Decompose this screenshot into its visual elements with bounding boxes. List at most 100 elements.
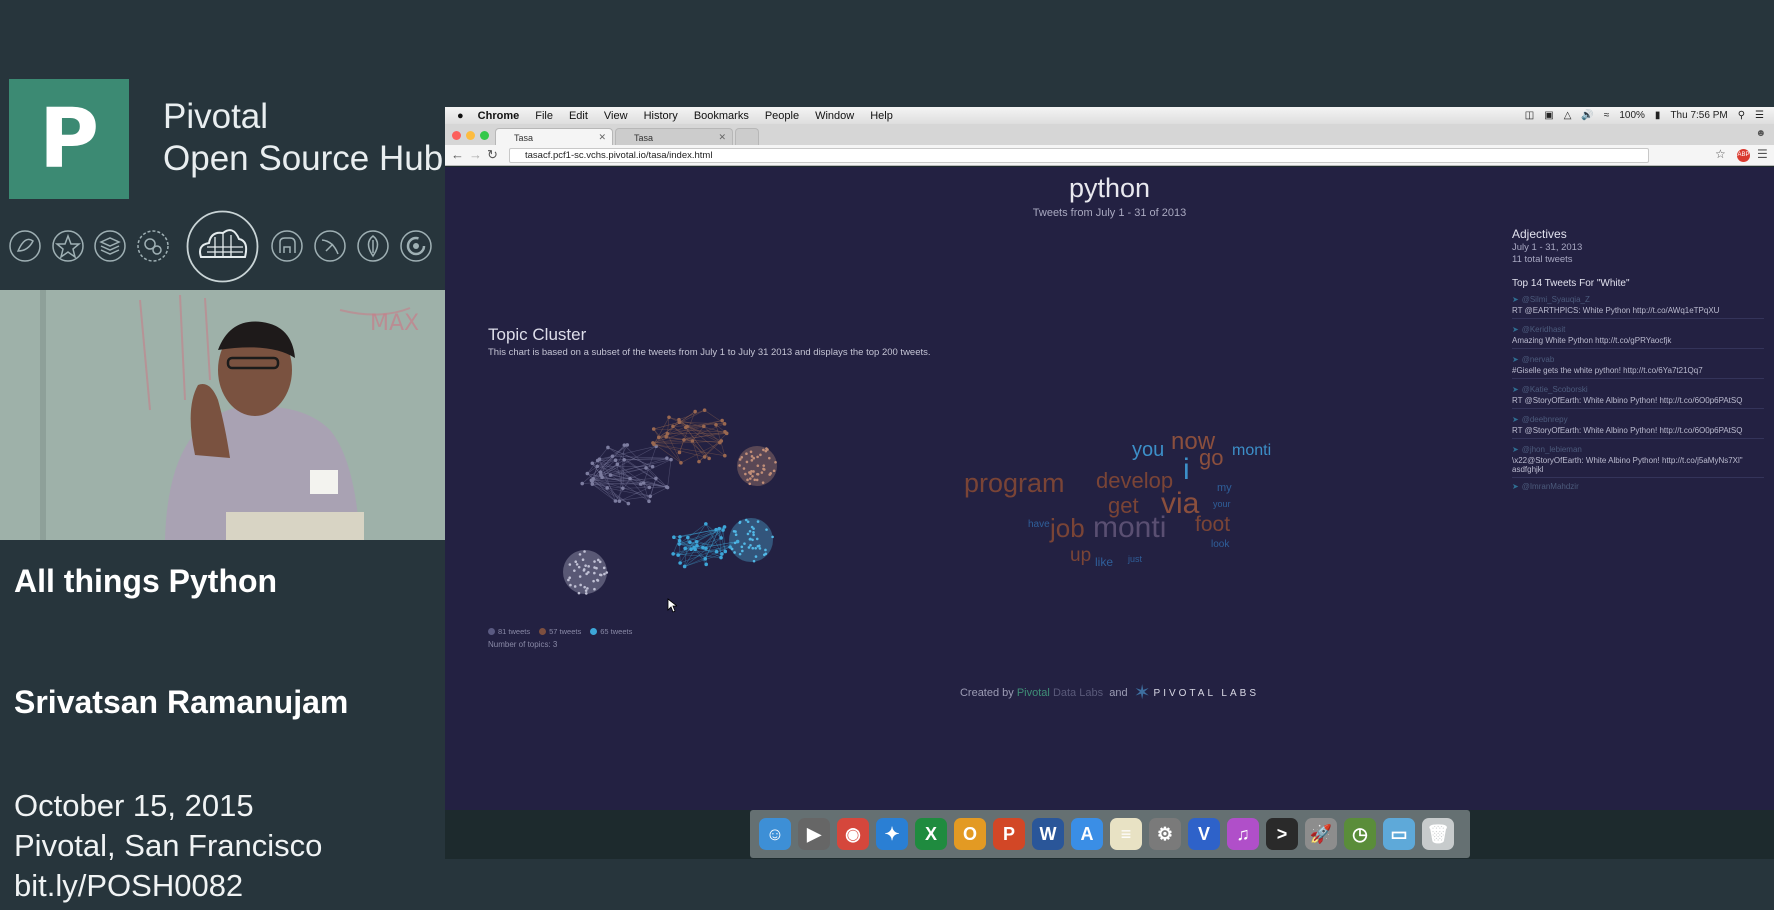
cluster-node[interactable]	[679, 460, 683, 465]
cluster-node[interactable]	[714, 527, 718, 532]
cluster-node[interactable]	[707, 456, 711, 461]
tweet-item[interactable]: ➤ @Silmi_Syauqia_Z RT @EARTHPICS: White P…	[1512, 295, 1764, 319]
tweet-user[interactable]: @jhon_lebieman	[1522, 445, 1582, 454]
cluster-node[interactable]	[667, 415, 671, 420]
legend-item-2[interactable]: 57 tweets	[539, 627, 581, 636]
cluster-node[interactable]	[597, 457, 602, 461]
cluster-node[interactable]	[717, 526, 722, 531]
cluster-node[interactable]	[722, 422, 727, 426]
cluster-node[interactable]	[672, 535, 676, 540]
vim-icon[interactable]: V	[1188, 818, 1220, 850]
user-profile-icon[interactable]: ☻	[1755, 128, 1766, 139]
cluster-node[interactable]	[677, 538, 682, 543]
cluster-node[interactable]	[606, 445, 610, 450]
cluster-node[interactable]	[595, 464, 600, 469]
menu-edit[interactable]: Edit	[569, 110, 588, 122]
notes-icon[interactable]: ≡	[1110, 818, 1142, 850]
cluster-node[interactable]	[591, 476, 595, 481]
cluster-node[interactable]	[682, 564, 687, 569]
cluster-node[interactable]	[644, 466, 648, 470]
tweet-item[interactable]: ➤ @Keridhasit Amazing White Python http:/…	[1512, 325, 1764, 349]
menubar-clock[interactable]: Thu 7:56 PM	[1670, 110, 1727, 121]
chrome-menu-icon[interactable]: ☰	[1757, 147, 1768, 161]
launchpad-icon[interactable]: 🚀	[1305, 818, 1337, 850]
legend-item-3[interactable]: 65 tweets	[590, 627, 632, 636]
cluster-node[interactable]	[721, 528, 725, 532]
spotlight-icon[interactable]: ⚲	[1738, 110, 1745, 121]
cluster-node[interactable]	[638, 482, 643, 486]
cluster-node[interactable]	[650, 464, 655, 469]
tweet-user[interactable]: @Katie_Scoborski	[1522, 385, 1588, 394]
legend-item-1[interactable]: 81 tweets	[488, 627, 530, 636]
powerpoint-icon[interactable]: P	[993, 818, 1025, 850]
cluster-node[interactable]	[702, 455, 707, 459]
word-cloud-word[interactable]: i	[1183, 455, 1190, 485]
word-cloud-word[interactable]: like	[1095, 556, 1113, 568]
cluster-node[interactable]	[671, 552, 675, 556]
cluster-node[interactable]	[720, 418, 724, 423]
cluster-node[interactable]	[704, 546, 708, 550]
cluster-node[interactable]	[678, 561, 682, 565]
footer-pivotal[interactable]: Pivotal	[1017, 687, 1050, 699]
cluster-node[interactable]	[690, 439, 695, 443]
cluster-node[interactable]	[622, 443, 627, 447]
tweet-user[interactable]: @Silmi_Syauqia_Z	[1522, 295, 1590, 304]
tweet-item[interactable]: ➤ @ImranMahdzir	[1512, 482, 1764, 494]
word-cloud-word[interactable]: monti	[1232, 443, 1271, 459]
cluster-node[interactable]	[580, 481, 585, 486]
adblock-icon[interactable]: ABP	[1737, 149, 1750, 162]
cluster-node[interactable]	[648, 494, 653, 499]
cluster-node[interactable]	[647, 499, 651, 504]
cluster-node[interactable]	[677, 450, 682, 455]
word-cloud-word[interactable]: just	[1128, 555, 1142, 564]
word-icon[interactable]: W	[1032, 818, 1064, 850]
word-cloud-word[interactable]: my	[1217, 483, 1232, 494]
menu-help[interactable]: Help	[870, 110, 893, 122]
talk-link[interactable]: bit.ly/POSH0082	[14, 866, 322, 906]
cluster-node[interactable]	[617, 499, 622, 503]
address-bar[interactable]: tasacf.pcf1-sc.vchs.pivotal.io/tasa/inde…	[509, 148, 1649, 163]
word-cloud-word[interactable]: look	[1211, 540, 1229, 550]
cluster-node[interactable]	[622, 458, 626, 462]
cluster-node[interactable]	[599, 473, 603, 477]
itunes-icon[interactable]: ♫	[1227, 818, 1259, 850]
finder-icon[interactable]: ☺	[759, 818, 791, 850]
close-tab-icon[interactable]: ✕	[598, 132, 606, 143]
bookmark-star-icon[interactable]: ☆	[1715, 147, 1726, 161]
close-tab-icon[interactable]: ✕	[718, 132, 726, 143]
safari-icon[interactable]: ✦	[876, 818, 908, 850]
cluster-node[interactable]	[694, 540, 699, 544]
cluster-node[interactable]	[719, 536, 723, 540]
cluster-node[interactable]	[677, 542, 682, 546]
cluster-node[interactable]	[692, 545, 696, 550]
menu-people[interactable]: People	[765, 110, 799, 122]
terminal-icon[interactable]: >	[1266, 818, 1298, 850]
word-cloud-word[interactable]: your	[1213, 500, 1231, 509]
chrome-icon[interactable]: ◉	[837, 818, 869, 850]
cluster-node[interactable]	[719, 439, 724, 443]
footer-data-labs[interactable]: Data Labs	[1053, 687, 1103, 699]
word-cloud-word[interactable]: job	[1050, 515, 1085, 541]
cluster-node[interactable]	[651, 441, 655, 445]
tweet-item[interactable]: ➤ @nervab #Giselle gets the white python!…	[1512, 355, 1764, 379]
battery-icon[interactable]: ▮	[1655, 110, 1661, 121]
pivotal-labs-logo-text[interactable]: PIVOTAL LABS	[1154, 688, 1259, 699]
menu-window[interactable]: Window	[815, 110, 854, 122]
topic-cluster-graph[interactable]	[545, 382, 845, 622]
cluster-node[interactable]	[720, 552, 724, 556]
reload-icon[interactable]: ↻	[487, 147, 498, 163]
cluster-node[interactable]	[626, 501, 631, 506]
cluster-node[interactable]	[628, 476, 632, 481]
display-icon[interactable]: ▣	[1544, 110, 1553, 121]
menu-bookmarks[interactable]: Bookmarks	[694, 110, 749, 122]
cluster-node[interactable]	[676, 553, 680, 557]
cluster-node[interactable]	[722, 525, 727, 529]
cluster-node[interactable]	[701, 545, 705, 550]
back-icon[interactable]: ←	[451, 147, 464, 162]
cluster-node[interactable]	[714, 549, 719, 554]
excel-icon[interactable]: X	[915, 818, 947, 850]
cluster-node[interactable]	[665, 456, 669, 460]
shield-icon[interactable]: ◫	[1525, 110, 1534, 121]
close-window-button[interactable]	[452, 131, 461, 140]
menu-app-name[interactable]: Chrome	[478, 110, 520, 122]
